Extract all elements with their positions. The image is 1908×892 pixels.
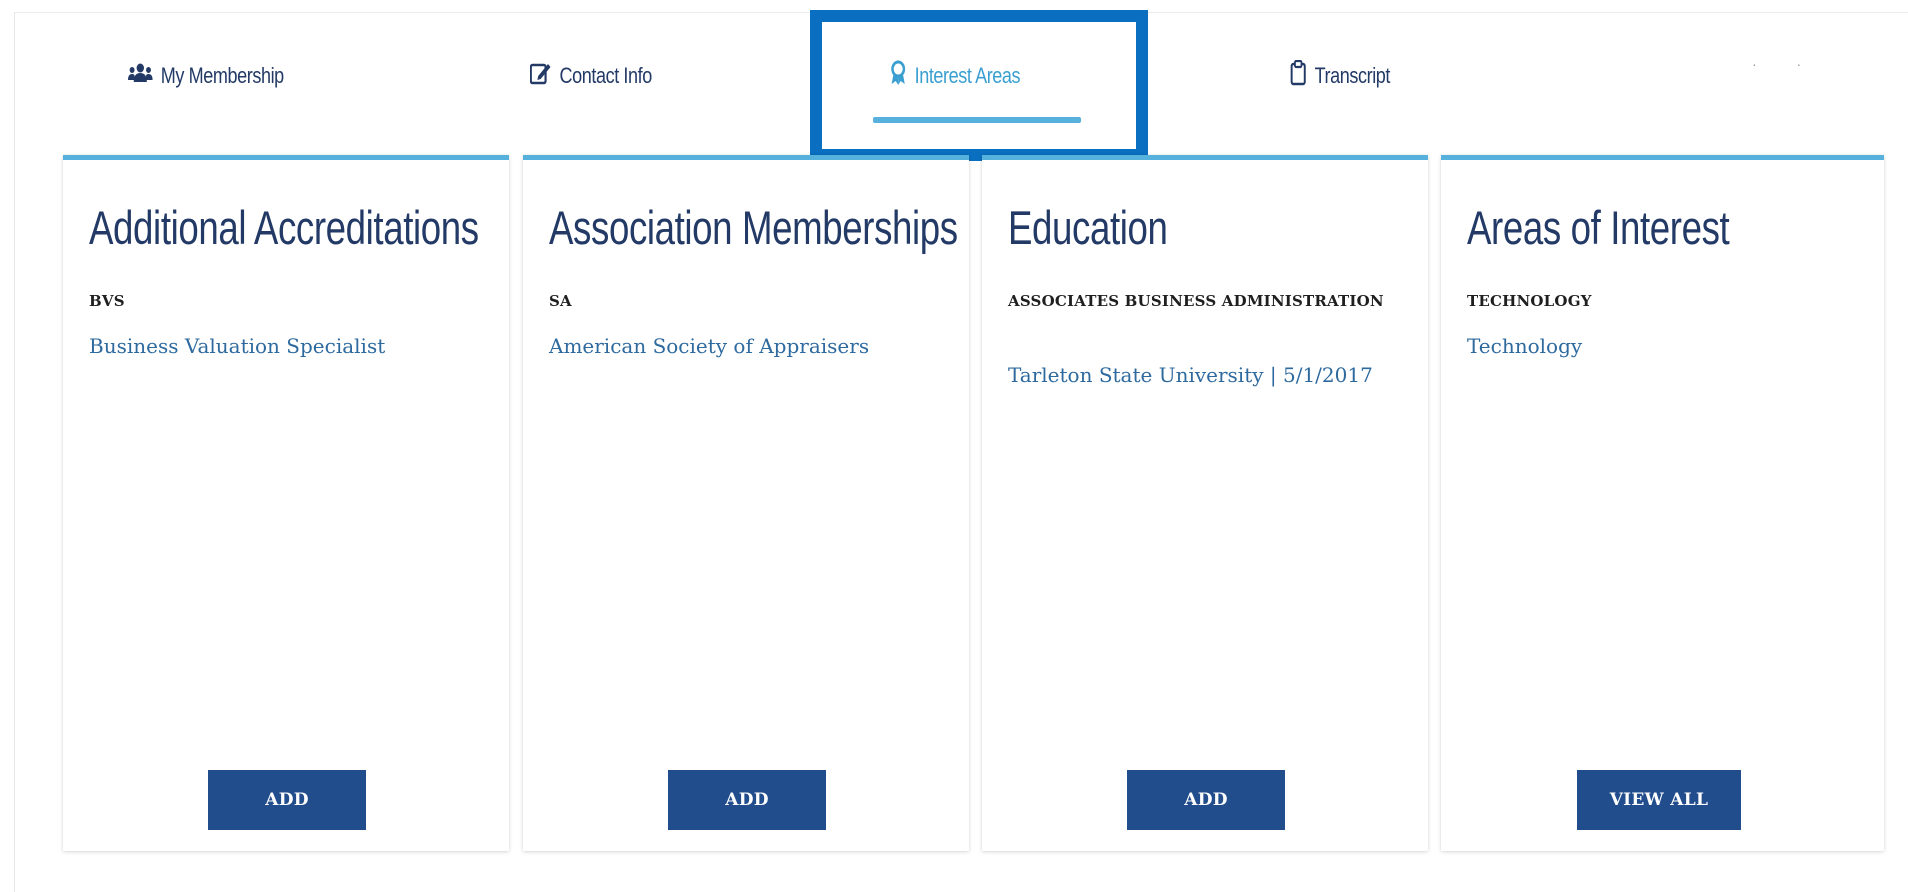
item-description[interactable]: Technology (1467, 326, 1857, 366)
card-title: Areas of Interest (1467, 201, 1730, 254)
add-membership-button[interactable]: ADD (668, 770, 826, 830)
users-icon (128, 62, 153, 90)
card-areas-of-interest: Areas of Interest TECHNOLOGY Technology … (1441, 155, 1884, 851)
add-accreditation-button[interactable]: ADD (208, 770, 366, 830)
clipboard-icon (1290, 59, 1306, 92)
tab-transcript[interactable]: Transcript (1290, 58, 1390, 94)
card-title: Additional Accreditations (89, 201, 479, 254)
item-code: TECHNOLOGY (1467, 292, 1592, 310)
faint-artifact: · · (1752, 56, 1820, 72)
item-code: SA (549, 292, 572, 310)
highlight-annotation-box (810, 10, 1148, 161)
item-description[interactable]: American Society of Appraisers (549, 326, 939, 366)
card-association-memberships: Association Memberships SA American Soci… (523, 155, 969, 851)
tab-label: Transcript (1314, 63, 1391, 88)
edit-icon (529, 61, 551, 91)
item-code: ASSOCIATES BUSINESS ADMINISTRATION (1008, 292, 1384, 310)
add-education-button[interactable]: ADD (1127, 770, 1285, 830)
tab-label: My Membership (160, 63, 284, 88)
card-additional-accreditations: Additional Accreditations BVS Business V… (63, 155, 509, 851)
item-description[interactable]: Tarleton State University | 5/1/2017 (1008, 355, 1398, 395)
tab-bar: My Membership Contact Info Interest Area… (0, 0, 1908, 161)
item-code: BVS (89, 292, 125, 310)
view-all-button[interactable]: VIEW ALL (1577, 770, 1741, 830)
tab-label: Contact Info (559, 63, 653, 88)
card-title: Education (1008, 201, 1168, 254)
item-description[interactable]: Business Valuation Specialist (89, 326, 479, 366)
card-title: Association Memberships (549, 201, 958, 254)
tab-contact-info[interactable]: Contact Info (529, 58, 653, 94)
card-education: Education ASSOCIATES BUSINESS ADMINISTRA… (982, 155, 1428, 851)
tab-my-membership[interactable]: My Membership (128, 58, 284, 94)
